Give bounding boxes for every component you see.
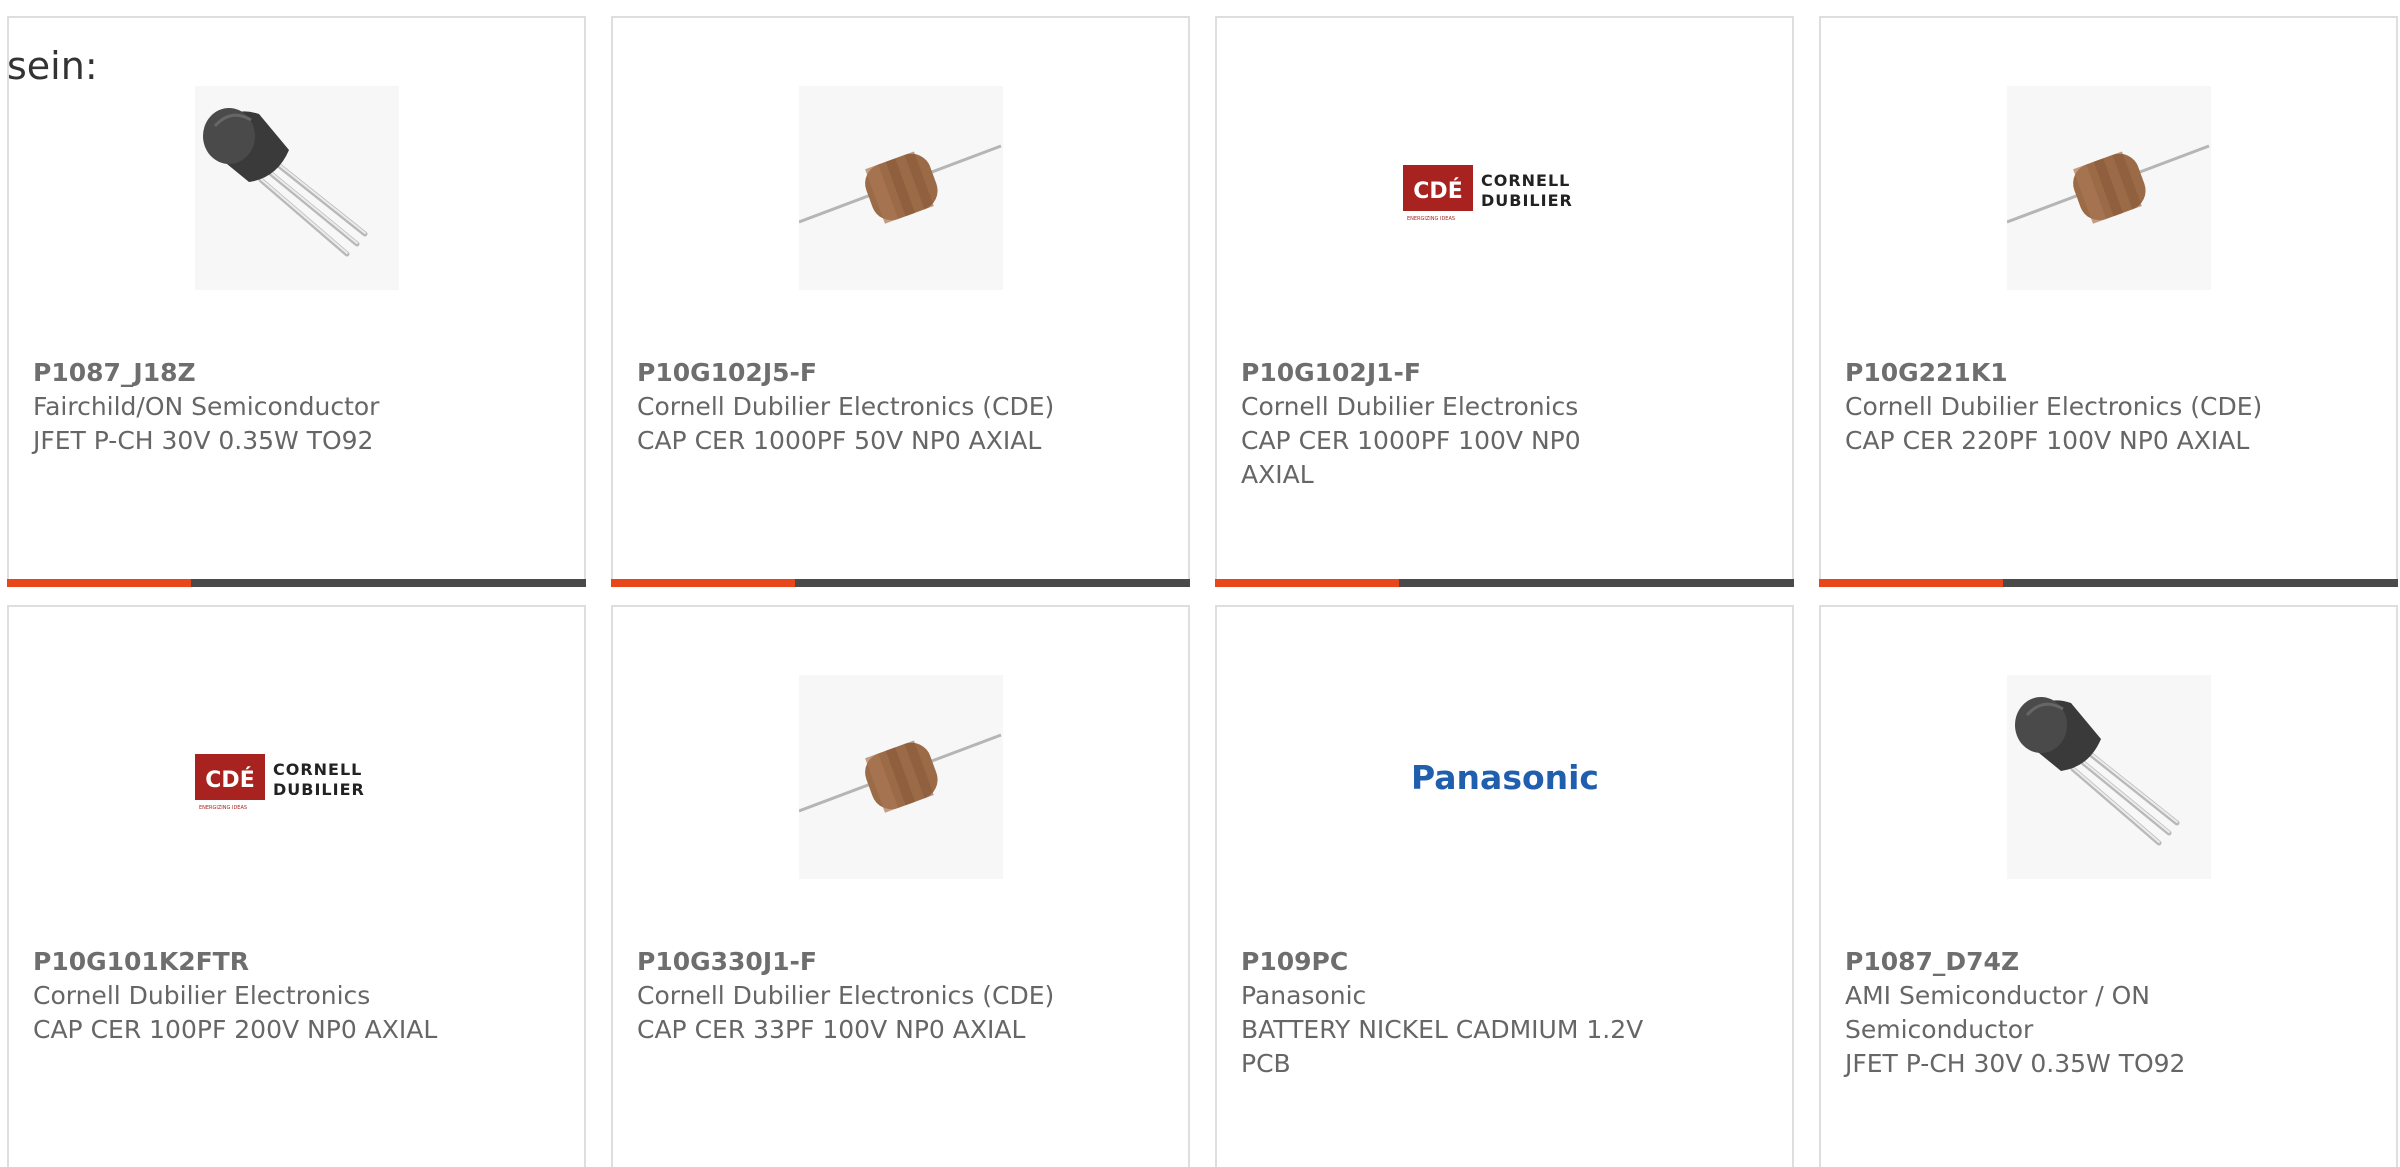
manufacturer: AMI Semiconductor / ON Semiconductor (1845, 981, 2150, 1044)
product-card[interactable]: CDÉ ENERGIZING IDEAS CORNELL DUBILIER P1… (1215, 16, 1794, 587)
svg-text:CORNELL: CORNELL (1481, 171, 1570, 190)
product-card[interactable]: Panasonic P109PC Panasonic BATTERY NICKE… (1215, 605, 1794, 1167)
manufacturer: Panasonic (1241, 981, 1367, 1010)
manufacturer: Cornell Dubilier Electronics (CDE) (1845, 392, 2263, 421)
part-number[interactable]: P10G101K2FTR (33, 945, 453, 979)
description: JFET P-CH 30V 0.35W TO92 (1845, 1049, 2186, 1078)
product-grid-page: P1087_J18Z Fairchild/ON Semiconductor JF… (0, 0, 2400, 1167)
product-thumbnail[interactable] (2006, 86, 2211, 290)
product-info: P1087_J18Z Fairchild/ON Semiconductor JF… (33, 356, 453, 458)
card-progress-bar (7, 579, 586, 587)
manufacturer: Cornell Dubilier Electronics (CDE) (637, 981, 1055, 1010)
description: CAP CER 100PF 200V NP0 AXIAL (33, 1015, 438, 1044)
description: JFET P-CH 30V 0.35W TO92 (33, 426, 374, 455)
axial-capacitor-icon (798, 86, 1003, 290)
part-number[interactable]: P10G330J1-F (637, 945, 1057, 979)
product-info: P10G102J1-F Cornell Dubilier Electronics… (1241, 356, 1661, 492)
product-card[interactable]: P1087_D74Z AMI Semiconductor / ON Semico… (1819, 605, 2398, 1167)
product-card[interactable]: P10G102J5-F Cornell Dubilier Electronics… (611, 16, 1190, 587)
description: CAP CER 1000PF 100V NP0 AXIAL (1241, 426, 1581, 489)
product-thumbnail[interactable] (798, 86, 1003, 290)
product-info: P10G101K2FTR Cornell Dubilier Electronic… (33, 945, 453, 1047)
part-number[interactable]: P10G102J5-F (637, 356, 1057, 390)
svg-text:CORNELL: CORNELL (273, 760, 362, 779)
part-number[interactable]: P10G102J1-F (1241, 356, 1661, 390)
product-info: P10G330J1-F Cornell Dubilier Electronics… (637, 945, 1057, 1047)
svg-text:DUBILIER: DUBILIER (1481, 191, 1573, 210)
to92-transistor-icon (194, 86, 399, 290)
cde-logo-icon: CDÉ ENERGIZING IDEAS CORNELL DUBILIER (194, 754, 365, 811)
part-number[interactable]: P1087_D74Z (1845, 945, 2265, 979)
description: BATTERY NICKEL CADMIUM 1.2V PCB (1241, 1015, 1644, 1078)
description: CAP CER 33PF 100V NP0 AXIAL (637, 1015, 1026, 1044)
product-info: P10G221K1 Cornell Dubilier Electronics (… (1845, 356, 2265, 458)
manufacturer: Cornell Dubilier Electronics (1241, 392, 1579, 421)
manufacturer: Cornell Dubilier Electronics (33, 981, 371, 1010)
axial-capacitor-icon (2006, 86, 2211, 290)
manufacturer: Fairchild/ON Semiconductor (33, 392, 380, 421)
product-card[interactable]: P1087_J18Z Fairchild/ON Semiconductor JF… (7, 16, 586, 587)
card-progress-bar (1819, 579, 2398, 587)
panasonic-logo-icon: Panasonic (1410, 758, 1598, 797)
product-info: P1087_D74Z AMI Semiconductor / ON Semico… (1845, 945, 2265, 1081)
progress-fill (1215, 579, 1399, 587)
svg-text:DUBILIER: DUBILIER (273, 780, 365, 799)
product-info: P10G102J5-F Cornell Dubilier Electronics… (637, 356, 1057, 458)
card-progress-bar (1215, 579, 1794, 587)
axial-capacitor-icon (798, 675, 1003, 879)
part-number[interactable]: P109PC (1241, 945, 1661, 979)
product-thumbnail[interactable] (194, 86, 399, 290)
manufacturer: Cornell Dubilier Electronics (CDE) (637, 392, 1055, 421)
svg-text:ENERGIZING IDEAS: ENERGIZING IDEAS (199, 805, 247, 811)
description: CAP CER 1000PF 50V NP0 AXIAL (637, 426, 1042, 455)
product-thumbnail[interactable]: CDÉ ENERGIZING IDEAS CORNELL DUBILIER (1402, 86, 1607, 290)
card-progress-bar (611, 579, 1190, 587)
svg-text:CDÉ: CDÉ (1413, 178, 1462, 204)
to92-transistor-icon (2006, 675, 2211, 879)
progress-fill (1819, 579, 2003, 587)
description: CAP CER 220PF 100V NP0 AXIAL (1845, 426, 2250, 455)
part-number[interactable]: P1087_J18Z (33, 356, 453, 390)
product-card[interactable]: P10G221K1 Cornell Dubilier Electronics (… (1819, 16, 2398, 587)
svg-text:Panasonic: Panasonic (1410, 758, 1598, 797)
product-info: P109PC Panasonic BATTERY NICKEL CADMIUM … (1241, 945, 1661, 1081)
svg-text:CDÉ: CDÉ (205, 767, 254, 793)
progress-fill (7, 579, 191, 587)
product-thumbnail[interactable] (2006, 675, 2211, 879)
product-card[interactable]: P10G330J1-F Cornell Dubilier Electronics… (611, 605, 1190, 1167)
truncated-text-fragment: sein: (7, 44, 98, 88)
product-thumbnail[interactable]: CDÉ ENERGIZING IDEAS CORNELL DUBILIER (194, 675, 399, 879)
product-thumbnail[interactable]: Panasonic (1403, 675, 1607, 879)
svg-text:ENERGIZING IDEAS: ENERGIZING IDEAS (1407, 216, 1455, 222)
part-number[interactable]: P10G221K1 (1845, 356, 2265, 390)
product-thumbnail[interactable] (798, 675, 1003, 879)
progress-fill (611, 579, 795, 587)
product-card[interactable]: CDÉ ENERGIZING IDEAS CORNELL DUBILIER P1… (7, 605, 586, 1167)
cde-logo-icon: CDÉ ENERGIZING IDEAS CORNELL DUBILIER (1402, 165, 1573, 222)
